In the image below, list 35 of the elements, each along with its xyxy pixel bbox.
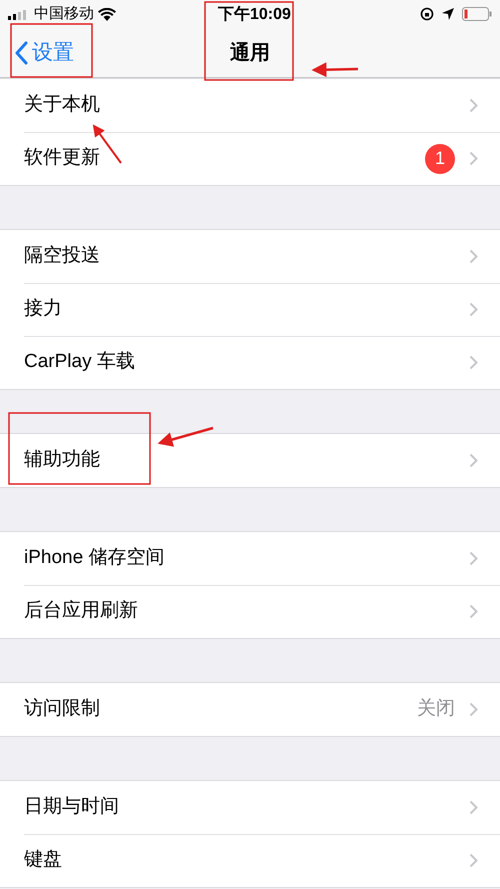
chevron-icon [469,702,478,717]
back-button[interactable]: 设置 [0,36,74,68]
row-label: 关于本机 [24,93,100,118]
nav-title: 通用 [230,40,270,66]
chevron-icon [469,302,478,317]
row-label: 后台应用刷新 [24,599,138,624]
row-label: iPhone 储存空间 [24,546,164,570]
row-label: 日期与时间 [24,795,119,820]
row-label: 隔空投送 [24,244,100,268]
carrier-name: 中国移动 [34,4,94,24]
annotation-arrow [312,62,358,78]
row-label: 软件更新 [24,146,100,170]
chevron-icon [469,355,478,370]
location-arrow-icon [442,8,454,20]
chevron-icon [469,800,478,815]
row-label: 接力 [24,297,62,322]
back-chevron-icon [14,40,28,64]
wifi-icon [98,8,116,20]
status-time: 下午10:09 [218,4,291,25]
notification-badge: 1 [425,144,455,174]
row-label: 键盘 [24,848,62,872]
annotation-arrow [158,426,214,447]
chevron-icon [469,151,478,166]
rotation-lock-icon [420,7,434,21]
row-value: 关闭 [417,697,455,722]
row-label: 访问限制 [24,697,100,722]
chevron-icon [469,249,478,264]
chevron-icon [469,604,478,619]
chevron-icon [469,98,478,113]
row-label: 辅助功能 [24,448,100,472]
chevron-icon [469,453,478,468]
battery-icon [462,7,492,21]
chevron-icon [469,853,478,868]
row-label: CarPlay 车载 [24,350,135,374]
chevron-icon [469,551,478,566]
